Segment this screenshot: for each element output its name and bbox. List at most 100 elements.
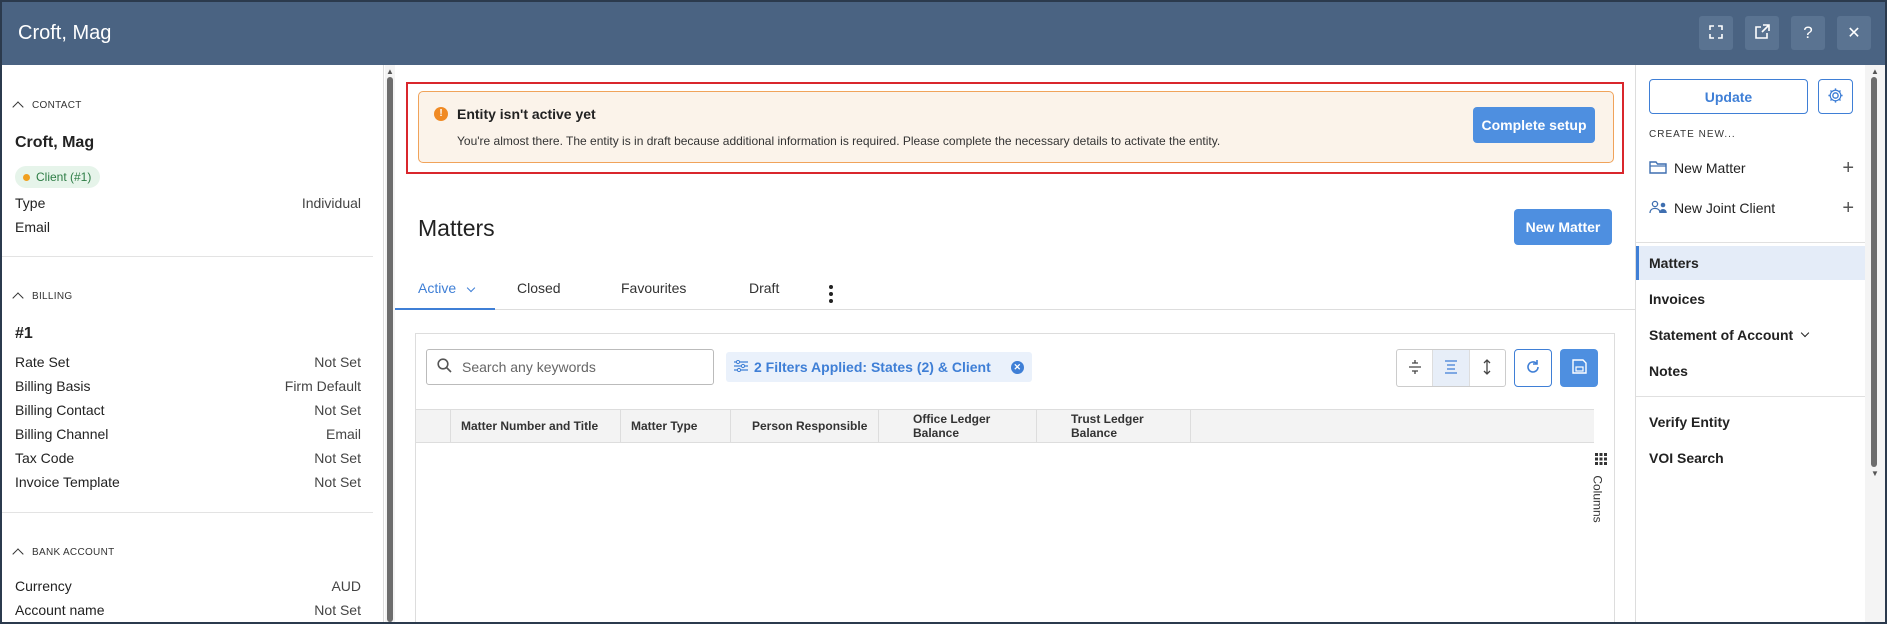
warning-icon: !	[434, 107, 448, 121]
scroll-down-arrow-icon[interactable]: ▼	[1871, 469, 1879, 478]
section-divider	[2, 512, 373, 513]
window-header: Croft, Mag ? ✕	[2, 2, 1885, 65]
select-column-header[interactable]	[416, 410, 451, 442]
compact-density-button[interactable]	[1397, 350, 1434, 386]
alert-title: Entity isn't active yet	[457, 106, 596, 122]
filter-chip[interactable]: 2 Filters Applied: States (2) & Client ✕	[726, 352, 1032, 382]
search-icon	[437, 358, 452, 376]
scrollbar-thumb[interactable]	[387, 77, 393, 622]
tab-closed[interactable]: Closed	[517, 280, 561, 310]
settings-button[interactable]	[1818, 79, 1853, 114]
sidebar-divider	[1636, 396, 1865, 397]
row-density-toggle	[1396, 349, 1506, 387]
contact-details-panel: CONTACT Croft, Mag Client (#1) Type Indi…	[2, 65, 384, 622]
status-dot-icon	[23, 173, 30, 181]
column-header[interactable]: Office Ledger Balance	[879, 410, 1037, 442]
popout-button[interactable]	[1745, 16, 1779, 50]
contact-name: Croft, Mag	[15, 134, 95, 151]
sidebar-scrollbar[interactable]: ▲ ▼	[1865, 65, 1885, 622]
grid-dots-icon	[1595, 452, 1607, 468]
close-button[interactable]: ✕	[1837, 16, 1871, 50]
sidebar-divider	[1636, 242, 1865, 243]
column-header[interactable]: Matter Number and Title	[451, 410, 621, 442]
expand-button[interactable]	[1699, 16, 1733, 50]
column-header[interactable]: Trust Ledger Balance	[1037, 410, 1191, 442]
billing-number: #1	[15, 325, 33, 342]
billing-row: Invoice Template Not Set	[15, 474, 361, 490]
tab-draft[interactable]: Draft	[749, 280, 779, 310]
search-field[interactable]	[426, 349, 714, 385]
external-link-icon	[1754, 24, 1770, 42]
status-badge-label: Client (#1)	[36, 170, 92, 184]
contact-row-type: Type Individual	[15, 195, 361, 211]
section-divider	[2, 256, 373, 257]
standard-rows-icon	[1444, 359, 1458, 377]
close-icon: ✕	[1847, 25, 1861, 42]
plus-icon[interactable]: +	[1842, 157, 1854, 180]
field-value: Not Set	[314, 450, 361, 466]
field-label: Tax Code	[15, 450, 75, 466]
matter-tabs: Active Closed Favourites Draft	[395, 280, 1635, 310]
sidebar-item-matters[interactable]: Matters	[1636, 246, 1865, 280]
voi-search-action[interactable]: VOI Search	[1636, 441, 1865, 475]
sidebar-item-notes[interactable]: Notes	[1636, 354, 1865, 388]
bank-row: Currency AUD	[15, 578, 361, 594]
page-title: Matters	[418, 215, 495, 241]
actions-sidebar: Update CREATE NEW... New Matter + New Jo…	[1635, 65, 1865, 622]
field-label: Rate Set	[15, 354, 70, 370]
verify-entity-action[interactable]: Verify Entity	[1636, 405, 1865, 439]
contact-section-label: CONTACT	[32, 99, 82, 111]
scrollbar-thumb[interactable]	[1871, 77, 1877, 467]
billing-section-toggle[interactable]: BILLING	[12, 290, 72, 304]
field-label: Invoice Template	[15, 474, 120, 490]
sidebar-item-statement-of-account[interactable]: Statement of Account	[1636, 318, 1865, 352]
tab-active[interactable]: Active	[395, 280, 495, 310]
table-header: Matter Number and Title Matter Type Pers…	[416, 409, 1594, 443]
field-label: Account name	[15, 602, 105, 618]
field-value: Not Set	[314, 474, 361, 490]
bank-account-section-toggle[interactable]: BANK ACCOUNT	[12, 546, 115, 560]
new-matter-button[interactable]: New Matter	[1514, 209, 1612, 245]
clear-filter-icon[interactable]: ✕	[1010, 360, 1024, 374]
tab-favourites[interactable]: Favourites	[621, 280, 686, 310]
alert-message: You're almost there. The entity is in dr…	[457, 134, 1221, 148]
left-panel-scrollbar[interactable]: ▲	[385, 65, 395, 622]
scroll-up-arrow-icon[interactable]: ▲	[386, 67, 394, 76]
folder-icon	[1649, 160, 1667, 177]
billing-row: Billing Channel Email	[15, 426, 361, 442]
draft-entity-alert: ! Entity isn't active yet You're almost …	[418, 91, 1614, 163]
contact-row-email: Email	[15, 219, 361, 235]
field-value: Individual	[301, 195, 361, 211]
standard-density-button[interactable]	[1433, 350, 1470, 386]
chevron-up-icon	[12, 548, 24, 560]
sidebar-item-invoices[interactable]: Invoices	[1636, 282, 1865, 316]
chevron-up-icon	[12, 101, 24, 113]
create-item-label: New Matter	[1674, 160, 1746, 176]
update-button[interactable]: Update	[1649, 79, 1808, 114]
create-new-joint-client[interactable]: New Joint Client +	[1649, 195, 1854, 221]
field-label: Email	[15, 219, 51, 235]
filter-sliders-icon	[734, 359, 748, 375]
column-header[interactable]: Matter Type	[621, 410, 731, 442]
field-value: Not Set	[314, 602, 361, 618]
contact-section-toggle[interactable]: CONTACT	[12, 99, 82, 113]
refresh-button[interactable]	[1514, 349, 1552, 387]
save-view-button[interactable]	[1560, 349, 1598, 387]
bank-row: Account name Not Set	[15, 602, 361, 618]
field-label: Billing Channel	[15, 426, 109, 442]
more-options-icon[interactable]	[829, 285, 833, 303]
create-item-label: New Joint Client	[1674, 200, 1776, 216]
columns-panel-toggle[interactable]: Columns	[1591, 452, 1612, 542]
field-label: Billing Contact	[15, 402, 105, 418]
help-button[interactable]: ?	[1791, 16, 1825, 50]
create-new-matter[interactable]: New Matter +	[1649, 155, 1854, 181]
search-input[interactable]	[462, 359, 702, 375]
create-new-label: CREATE NEW...	[1649, 129, 1736, 140]
column-header[interactable]: Person Responsible	[731, 410, 879, 442]
scroll-up-arrow-icon[interactable]: ▲	[1871, 67, 1879, 76]
complete-setup-button[interactable]: Complete setup	[1473, 107, 1595, 143]
field-value: Not Set	[314, 402, 361, 418]
plus-icon[interactable]: +	[1842, 197, 1854, 220]
expanded-density-button[interactable]	[1470, 350, 1505, 386]
status-badge: Client (#1)	[15, 166, 101, 188]
